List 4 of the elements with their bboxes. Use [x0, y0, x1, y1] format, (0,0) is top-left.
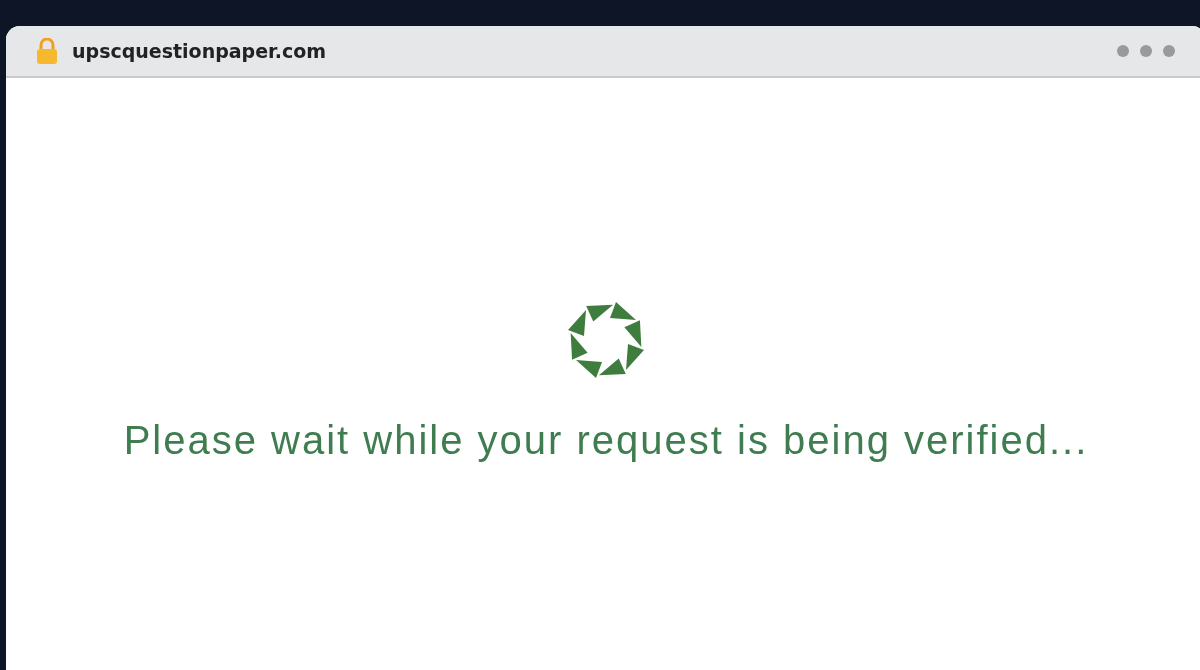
url-text: upscquestionpaper.com: [72, 40, 327, 62]
window-dots-icon: [1116, 44, 1176, 58]
lock-icon: [36, 38, 58, 64]
verification-message: Please wait while your request is being verified...: [123, 418, 1089, 463]
